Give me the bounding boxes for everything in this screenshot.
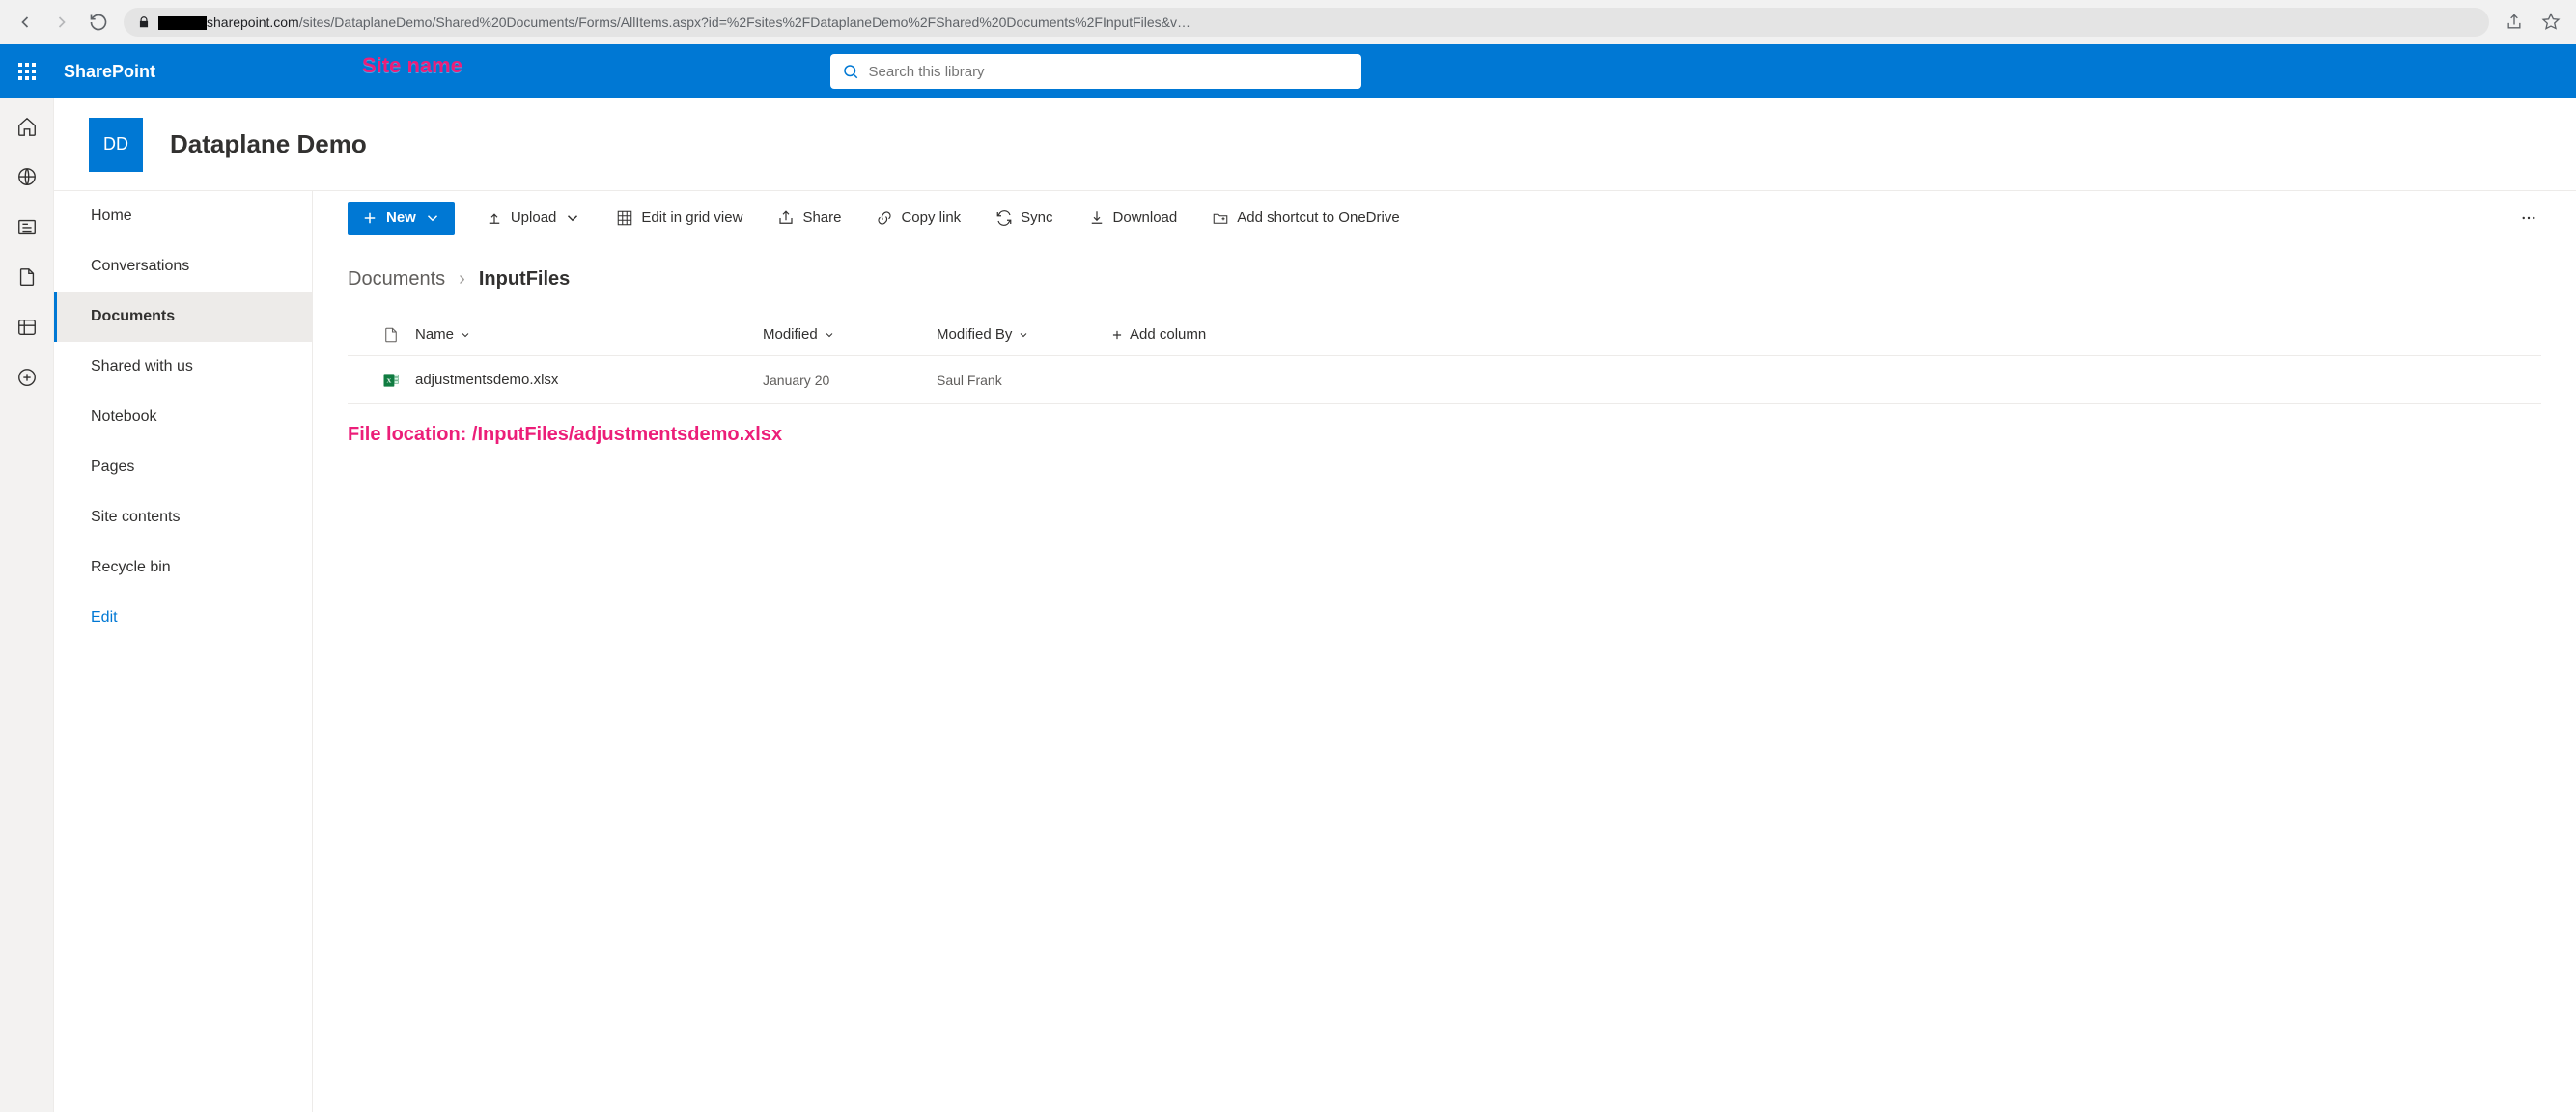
chevron-down-icon — [824, 329, 835, 341]
upload-button[interactable]: Upload — [482, 201, 586, 236]
waffle-icon — [18, 63, 36, 80]
rail-create-icon[interactable] — [16, 367, 38, 388]
column-header-modified-by[interactable]: Modified By — [937, 326, 1110, 343]
rail-files-icon[interactable] — [16, 266, 38, 288]
link-icon — [876, 209, 893, 227]
download-button[interactable]: Download — [1084, 201, 1182, 236]
chevron-down-icon — [460, 329, 471, 341]
new-button-label: New — [386, 209, 416, 226]
chevron-down-icon — [564, 209, 581, 227]
nav-edit-link[interactable]: Edit — [54, 593, 312, 643]
nav-notebook[interactable]: Notebook — [54, 392, 312, 442]
file-type-icon: X — [348, 371, 415, 390]
search-input[interactable] — [869, 64, 1350, 80]
nav-shared-with-us[interactable]: Shared with us — [54, 342, 312, 392]
more-commands-button[interactable] — [2516, 201, 2541, 236]
share-button[interactable]: Share — [773, 201, 845, 236]
browser-star-button[interactable] — [2539, 11, 2562, 34]
breadcrumb-current: InputFiles — [479, 268, 570, 291]
edit-grid-label: Edit in grid view — [641, 209, 742, 226]
suite-product-name[interactable]: SharePoint — [64, 62, 155, 82]
add-column-button[interactable]: Add column — [1110, 326, 1206, 343]
table-row[interactable]: X adjustmentsdemo.xlsx January 20 Saul F… — [348, 356, 2541, 404]
nav-conversations[interactable]: Conversations — [54, 241, 312, 292]
app-rail — [0, 98, 54, 1112]
browser-forward-button[interactable] — [50, 11, 73, 34]
browser-toolbar: sharepoint.com/sites/DataplaneDemo/Share… — [0, 0, 2576, 44]
copy-link-button[interactable]: Copy link — [872, 201, 965, 236]
add-shortcut-label: Add shortcut to OneDrive — [1237, 209, 1399, 226]
breadcrumb-root[interactable]: Documents — [348, 268, 445, 291]
breadcrumb: Documents › InputFiles — [313, 245, 2576, 302]
browser-address-bar[interactable]: sharepoint.com/sites/DataplaneDemo/Share… — [124, 8, 2489, 37]
search-box[interactable] — [830, 54, 1361, 89]
column-header-name[interactable]: Name — [415, 326, 763, 343]
file-icon — [382, 326, 400, 344]
annotation-file-location: File location: /InputFiles/adjustmentsde… — [313, 404, 2576, 465]
copy-link-label: Copy link — [901, 209, 961, 226]
modified-cell: January 20 — [763, 373, 937, 388]
rail-news-icon[interactable] — [16, 216, 38, 237]
chevron-right-icon: › — [459, 268, 465, 291]
browser-share-button[interactable] — [2503, 11, 2526, 34]
nav-documents[interactable]: Documents — [54, 292, 312, 342]
nav-recycle-bin[interactable]: Recycle bin — [54, 542, 312, 593]
command-bar: New Upload Edit in grid view Shar — [313, 191, 2576, 245]
sync-icon — [995, 209, 1013, 227]
upload-label: Upload — [511, 209, 557, 226]
sync-button[interactable]: Sync — [992, 201, 1056, 236]
modified-by-cell: Saul Frank — [937, 373, 1110, 388]
add-shortcut-button[interactable]: Add shortcut to OneDrive — [1208, 201, 1403, 236]
folder-shortcut-icon — [1212, 209, 1229, 227]
plus-icon — [1110, 328, 1124, 342]
left-nav: Home Conversations Documents Shared with… — [54, 191, 313, 1112]
edit-grid-button[interactable]: Edit in grid view — [612, 201, 746, 236]
chevron-down-icon — [424, 209, 441, 227]
search-icon — [842, 63, 859, 80]
annotation-site-name: Site name — [362, 53, 462, 78]
plus-icon — [361, 209, 378, 227]
upload-icon — [486, 209, 503, 227]
table-header-row: Name Modified Modified By — [348, 314, 2541, 356]
browser-url-text: sharepoint.com/sites/DataplaneDemo/Share… — [158, 14, 2476, 30]
download-icon — [1088, 209, 1106, 227]
lock-icon — [137, 15, 151, 29]
rail-home-icon[interactable] — [16, 116, 38, 137]
sync-label: Sync — [1021, 209, 1052, 226]
browser-back-button[interactable] — [14, 11, 37, 34]
site-logo[interactable]: DD — [89, 118, 143, 172]
rail-lists-icon[interactable] — [16, 317, 38, 338]
ellipsis-icon — [2520, 209, 2537, 227]
nav-home[interactable]: Home — [54, 191, 312, 241]
site-header: DD Dataplane Demo — [54, 98, 2576, 191]
document-table: Name Modified Modified By — [313, 302, 2576, 404]
file-name-cell[interactable]: adjustmentsdemo.xlsx — [415, 372, 763, 388]
grid-icon — [616, 209, 633, 227]
share-label: Share — [802, 209, 841, 226]
rail-globe-icon[interactable] — [16, 166, 38, 187]
nav-site-contents[interactable]: Site contents — [54, 492, 312, 542]
share-icon — [777, 209, 795, 227]
svg-text:X: X — [387, 377, 392, 384]
chevron-down-icon — [1018, 329, 1029, 341]
column-type-icon[interactable] — [348, 326, 415, 344]
excel-icon: X — [381, 371, 401, 390]
nav-pages[interactable]: Pages — [54, 442, 312, 492]
app-launcher-button[interactable] — [0, 44, 54, 98]
column-header-modified[interactable]: Modified — [763, 326, 937, 343]
browser-reload-button[interactable] — [87, 11, 110, 34]
new-button[interactable]: New — [348, 202, 455, 235]
download-label: Download — [1113, 209, 1178, 226]
site-title[interactable]: Dataplane Demo — [170, 129, 367, 159]
